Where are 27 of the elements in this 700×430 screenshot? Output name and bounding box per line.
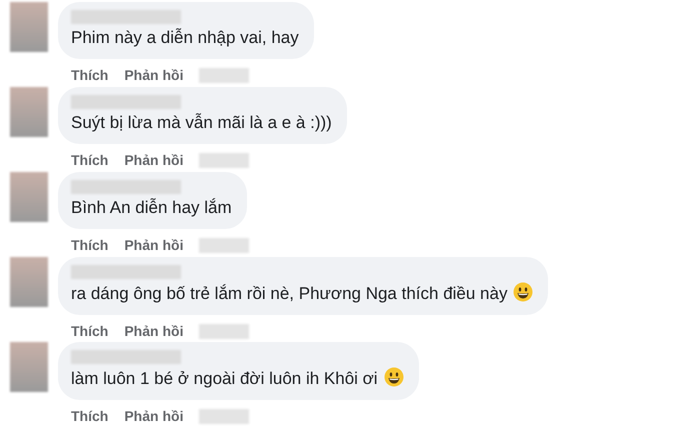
comment-text: Suýt bị lừa mà vẫn mãi là a e à :))) [71, 112, 332, 134]
like-link[interactable]: Thích [71, 406, 108, 427]
smiley-icon [513, 282, 534, 302]
blurred-time [199, 409, 250, 424]
avatar-icon[interactable] [10, 87, 48, 137]
avatar-icon[interactable] [10, 257, 48, 307]
reply-link[interactable]: Phản hồi [124, 65, 184, 86]
like-link[interactable]: Thích [71, 150, 108, 171]
comment-text: làm luôn 1 bé ở ngoài đời luôn ih Khôi ơi [71, 367, 404, 390]
blurred-time [199, 153, 250, 168]
reply-link[interactable]: Phản hồi [124, 150, 184, 171]
like-link[interactable]: Thích [71, 321, 108, 342]
comment-text: Phim này a diễn nhập vai, hay [71, 27, 299, 49]
like-link[interactable]: Thích [71, 65, 108, 86]
reply-link[interactable]: Phản hồi [124, 406, 184, 427]
smiley-icon [384, 367, 404, 387]
comment-text: Bình An diễn hay lắm [71, 197, 232, 219]
avatar-icon[interactable] [10, 2, 48, 52]
reply-link[interactable]: Phản hồi [124, 321, 184, 342]
comment-text: ra dáng ông bố trẻ lắm rồi nè, Phương Nga thích điều này [71, 282, 534, 305]
like-link[interactable]: Thích [71, 235, 108, 256]
blurred-time [199, 68, 250, 83]
avatar-icon[interactable] [10, 172, 48, 222]
blurred-time [199, 324, 250, 339]
avatar-icon[interactable] [10, 342, 48, 392]
reply-link[interactable]: Phản hồi [124, 235, 184, 256]
blurred-time [199, 238, 250, 253]
